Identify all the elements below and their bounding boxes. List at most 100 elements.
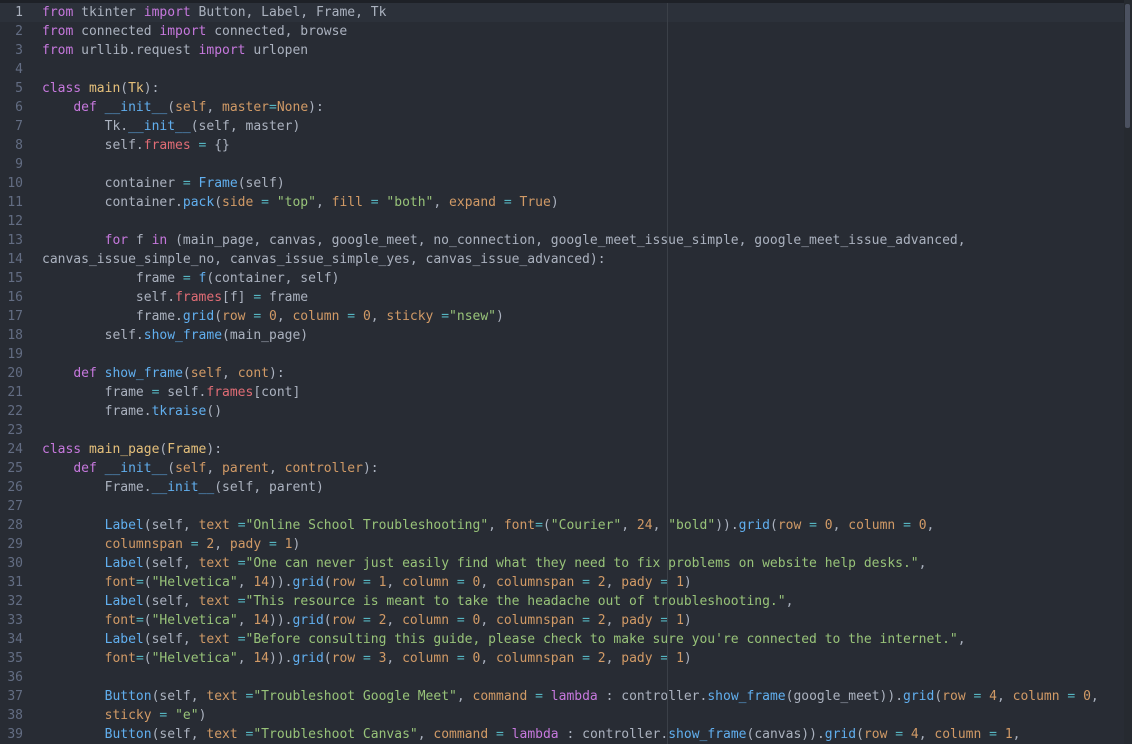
line-number: 38 [7, 708, 23, 723]
code-line[interactable]: 29 columnspan = 2, pady = 1) [0, 535, 1124, 554]
code-line[interactable]: 4 [0, 60, 1124, 79]
code-token: self. [42, 290, 176, 305]
code-token: frames [206, 385, 254, 400]
code-line[interactable]: 34 Label(self, text ="Before consulting … [0, 630, 1124, 649]
code-line[interactable]: 33 font=("Helvetica", 14)).grid(row = 2,… [0, 611, 1124, 630]
code-area[interactable]: 1 from tkinter import Button, Label, Fram… [0, 3, 1124, 744]
code-token: (canvas)). [746, 727, 825, 742]
code-token: main_page [88, 442, 160, 457]
code-token: row [331, 651, 356, 666]
code-line[interactable]: 30 Label(self, text ="One can never just… [0, 554, 1124, 573]
line-number: 17 [7, 309, 23, 324]
code-token: columnspan [104, 537, 183, 552]
code-token: 0 [1083, 689, 1091, 704]
code-line[interactable]: 2 from connected import connected, browse [0, 22, 1124, 41]
code-editor[interactable]: 1 from tkinter import Button, Label, Fram… [0, 0, 1132, 744]
vertical-scrollbar[interactable] [1124, 0, 1132, 744]
code-line[interactable]: 7 Tk.__init__(self, master) [0, 117, 1124, 136]
code-token: )). [269, 575, 293, 590]
code-line[interactable]: 21 frame = self.frames[cont] [0, 383, 1124, 402]
code-line[interactable]: 13 for f in (main_page, canvas, google_m… [0, 231, 1124, 250]
code-token: column [848, 518, 896, 533]
code-token: 0 [918, 518, 927, 533]
code-line[interactable]: 16 self.frames[f] = frame [0, 288, 1124, 307]
code-line[interactable]: 11 container.pack(side = "top", fill = "… [0, 193, 1124, 212]
code-line[interactable]: 9 [0, 155, 1124, 174]
code-token: controller [284, 461, 363, 476]
code-line[interactable]: 3 from urllib.request import urlopen [0, 41, 1124, 60]
code-token: , [222, 366, 238, 381]
line-number: 24 [7, 442, 23, 457]
code-line[interactable]: 24 class main_page(Frame): [0, 440, 1124, 459]
code-token: = [362, 651, 371, 666]
line-number: 13 [7, 233, 23, 248]
code-line[interactable]: 27 [0, 497, 1124, 516]
code-token: def [73, 100, 97, 115]
code-token: "both" [386, 195, 434, 210]
line-number: 28 [7, 518, 23, 533]
code-token: frame. [42, 404, 152, 419]
code-line[interactable]: 14 canvas_issue_simple_no, canvas_issue_s… [0, 250, 1124, 269]
code-line[interactable]: 35 font=("Helvetica", 14)).grid(row = 3,… [0, 649, 1124, 668]
code-line[interactable]: 26 Frame.__init__(self, parent) [0, 478, 1124, 497]
code-line[interactable]: 17 frame.grid(row = 0, column = 0, stick… [0, 307, 1124, 326]
code-line[interactable]: 6 def __init__(self, master=None): [0, 98, 1124, 117]
code-line[interactable]: 37 Button(self, text = "Troubleshoot Goog… [0, 687, 1124, 706]
code-line[interactable]: 5 class main(Tk): [0, 79, 1124, 98]
code-token: 2 [597, 575, 606, 590]
code-line[interactable]: 39 Button(self, text = "Troubleshoot Canv… [0, 725, 1124, 744]
code-line[interactable]: 12 [0, 212, 1124, 231]
code-token: (self, parent) [214, 480, 324, 495]
code-token: , [480, 651, 497, 666]
code-token: self [175, 100, 207, 115]
code-token: ) [496, 309, 504, 324]
code-line[interactable]: 1 from tkinter import Button, Label, Fram… [0, 3, 1124, 22]
code-token: "Troubleshoot Canvas" [253, 727, 418, 742]
code-line[interactable]: 18 self.show_frame(main_page) [0, 326, 1124, 345]
code-token: class [42, 442, 82, 457]
code-line[interactable]: 15 frame = f(container, self) [0, 269, 1124, 288]
code-line[interactable]: 36 [0, 668, 1124, 687]
code-line[interactable]: 23 [0, 421, 1124, 440]
code-line[interactable]: 22 frame.tkraise() [0, 402, 1124, 421]
code-token: , [417, 727, 434, 742]
code-token: frames [175, 290, 223, 305]
code-line[interactable]: 25 def __init__(self, parent, controller… [0, 459, 1124, 478]
code-token: , [480, 575, 497, 590]
line-number: 22 [7, 404, 23, 419]
code-token: text [198, 594, 230, 609]
code-token: = [269, 100, 277, 115]
code-token: ) [198, 708, 207, 723]
code-line[interactable]: 10 container = Frame(self) [0, 174, 1124, 193]
scrollbar-thumb[interactable] [1125, 4, 1130, 128]
code-line[interactable]: 38 sticky = "e") [0, 706, 1124, 725]
code-token: self. [159, 385, 207, 400]
code-line[interactable]: 20 def show_frame(self, cont): [0, 364, 1124, 383]
code-token: = [135, 575, 144, 590]
code-token: __init__ [104, 461, 168, 476]
code-token: , [832, 518, 849, 533]
code-token: , [276, 309, 293, 324]
code-line[interactable]: 8 self.frames = {} [0, 136, 1124, 155]
code-line[interactable]: 31 font=("Helvetica", 14)).grid(row = 1,… [0, 573, 1124, 592]
line-text: frame.tkraise() [42, 402, 222, 421]
code-token: 0 [269, 309, 277, 324]
code-line[interactable]: 32 Label(self, text ="This resource is m… [0, 592, 1124, 611]
code-line[interactable]: 19 [0, 345, 1124, 364]
code-token: import [198, 43, 246, 58]
code-line[interactable]: 28 Label(self, text ="Online School Trou… [0, 516, 1124, 535]
code-token: = [496, 727, 504, 742]
code-token: frames [143, 138, 191, 153]
code-token: text [206, 689, 238, 704]
code-token: "Before consulting this guide, please ch… [245, 632, 958, 647]
